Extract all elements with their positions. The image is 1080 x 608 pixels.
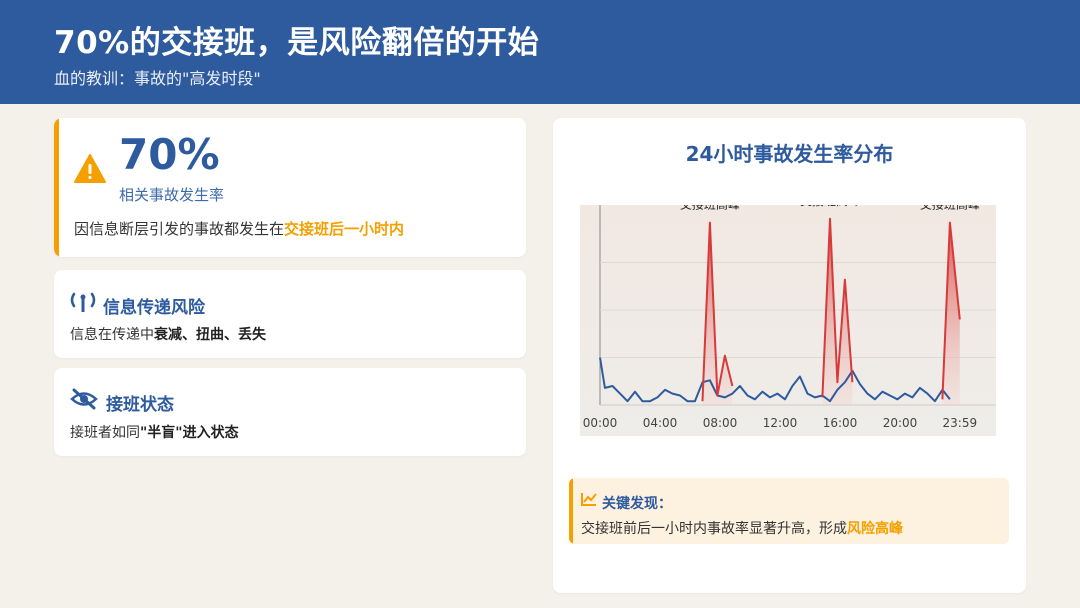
signal-tower-icon [70, 292, 96, 312]
x-tick-label: 12:00 [763, 416, 798, 430]
trend-chart-icon [581, 493, 597, 506]
state-card-description: 接班者如同"半盲"进入状态 [70, 422, 239, 442]
state-desc-text: 接班者如同 [70, 425, 140, 441]
risk-card-description: 信息在传递中衰减、扭曲、丢失 [70, 324, 266, 344]
stat-label: 相关事故发生率 [119, 186, 225, 204]
x-tick-label: 23:59 [943, 416, 978, 430]
page-title: 70%的交接班，是风险翻倍的开始 [54, 25, 540, 61]
accident-rate-chart: 交接班高峰 交接班高峰 交接班高峰 00:00 04:00 08:00 12:00 16:0… [580, 205, 996, 436]
peak-label: 交接班高峰 [800, 205, 860, 208]
chart-title: 24小时事故发生率分布 [685, 142, 894, 166]
state-card-title: 接班状态 [106, 395, 174, 415]
risk-desc-bold: 衰减、扭曲、丢失 [154, 327, 266, 343]
peak-label: 交接班高峰 [680, 205, 740, 212]
stat-description-highlight: 交接班后一小时内 [284, 220, 405, 238]
x-tick-label: 00:00 [583, 416, 618, 430]
key-finding-box: 关键发现： 交接班前后一小时内事故率显著升高，形成风险高峰 [569, 478, 1009, 544]
peak-label: 交接班高峰 [920, 205, 980, 212]
finding-accent-bar [569, 478, 573, 544]
risk-card-title: 信息传递风险 [103, 298, 205, 318]
state-desc-bold: "半盲"进入状态 [140, 425, 239, 441]
x-tick-label: 20:00 [883, 416, 918, 430]
warning-icon [74, 154, 106, 183]
page-subtitle: 血的教训：事故的"高发时段" [54, 69, 261, 88]
x-tick-label: 04:00 [643, 416, 678, 430]
finding-description: 交接班前后一小时内事故率显著升高，形成风险高峰 [581, 518, 903, 538]
stat-description-text: 因信息断层引发的事故都发生在 [74, 220, 285, 238]
header-banner: 70%的交接班，是风险翻倍的开始 血的教训：事故的"高发时段" [0, 0, 1080, 104]
stat-value: 70% [119, 130, 220, 179]
x-tick-label: 08:00 [703, 416, 738, 430]
chart-card: 24小时事故发生率分布 交接班高峰 交接班高峰 交接班高峰 00:00 04:00 08… [553, 118, 1026, 593]
stat-description: 因信息断层引发的事故都发生在交接班后一小时内 [74, 218, 404, 239]
finding-desc-text: 交接班前后一小时内事故率显著升高，形成 [581, 521, 847, 537]
finding-title: 关键发现： [602, 496, 672, 512]
stat-card-accent-bar [54, 118, 59, 257]
x-tick-label: 16:00 [823, 416, 858, 430]
finding-desc-highlight: 风险高峰 [847, 521, 903, 537]
risk-desc-text: 信息在传递中 [70, 327, 154, 343]
eye-slash-icon [70, 388, 98, 410]
